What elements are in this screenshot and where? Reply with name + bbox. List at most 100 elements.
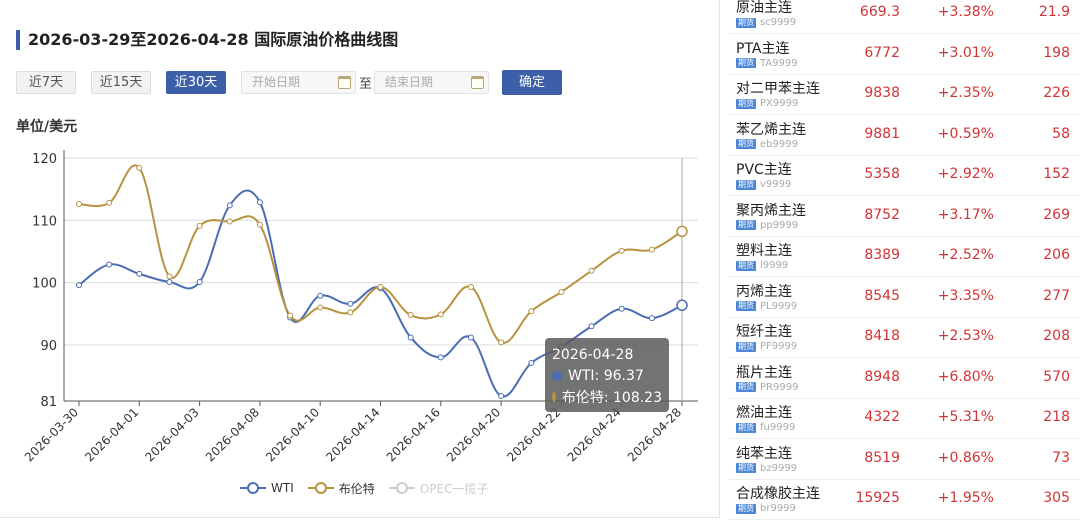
quote-price: 9838 — [864, 85, 900, 101]
quote-code: 期货 br9999 — [736, 503, 796, 514]
quote-code-text: bz9999 — [760, 462, 798, 474]
quote-code-text: sc9999 — [760, 17, 797, 28]
futures-tag-icon: 期货 — [736, 382, 756, 392]
futures-tag-icon: 期货 — [736, 17, 756, 28]
data-point — [528, 308, 535, 315]
quote-row[interactable]: 苯乙烯主连 期货 eb9999 9881 +0.59% 58 — [728, 116, 1080, 156]
data-point — [256, 199, 263, 206]
quote-price: 9881 — [864, 125, 900, 142]
quote-row[interactable]: 聚丙烯主连 期货 pp9999 8752 +3.17% 269 — [728, 197, 1080, 237]
quote-change: +2.92% — [937, 166, 994, 182]
legend-item-wti[interactable]: WTI — [240, 481, 294, 495]
futures-quote-list: 原油主连 期货 sc9999 669.3 +3.38% 21.9 PTA主连 期货 TA9999… — [728, 0, 1080, 522]
data-point — [196, 278, 203, 285]
quote-name: 丙烯主连 — [736, 283, 792, 300]
x-tick-label: 2026-04-10 — [263, 405, 322, 464]
quote-row[interactable]: 燃油主连 期货 fu9999 4322 +5.31% 218 — [728, 399, 1080, 439]
data-point — [467, 334, 474, 341]
data-point — [136, 164, 143, 171]
brent-dot-icon — [552, 391, 556, 402]
data-point — [407, 312, 414, 319]
data-point — [558, 288, 565, 295]
tooltip-row-brent: 布伦特: 108.23 — [552, 386, 662, 407]
data-point — [407, 334, 414, 341]
data-point — [347, 300, 354, 307]
futures-tag-icon: 期货 — [736, 341, 756, 352]
quote-value: 58 — [1052, 125, 1070, 142]
quote-change: +5.31% — [937, 409, 994, 425]
quote-value: 570 — [1043, 368, 1070, 385]
x-tick-label: 2026-04-20 — [444, 405, 503, 464]
data-point — [437, 354, 444, 361]
data-point — [287, 312, 294, 319]
y-tick-label: 100 — [32, 277, 57, 292]
x-tick-label: 2026-04-08 — [203, 405, 262, 464]
quote-code: 期货 PR9999 — [736, 382, 798, 393]
wti-dot-icon — [552, 370, 562, 381]
data-point — [76, 201, 82, 208]
quote-value: 73 — [1052, 449, 1070, 466]
series-line-1 — [78, 164, 683, 344]
quote-change: +2.35% — [937, 85, 994, 101]
data-point — [588, 323, 595, 330]
quote-row[interactable]: 短纤主连 期货 PF9999 8418 +2.53% 208 — [728, 318, 1080, 358]
quote-row[interactable]: 对二甲苯主连 期货 PX9999 9838 +2.35% 226 — [728, 75, 1080, 115]
data-point — [498, 339, 505, 346]
tooltip-date: 2026-04-28 — [552, 346, 634, 363]
data-point — [166, 278, 173, 285]
quote-code-text: v9999 — [760, 179, 792, 190]
quote-row[interactable]: 纯苯主连 期货 bz9999 8519 +0.86% 73 — [728, 440, 1080, 480]
quote-value: 152 — [1043, 166, 1070, 182]
y-tick-label: 110 — [32, 214, 57, 229]
tooltip-brent-value: 布伦特: 108.23 — [561, 389, 662, 406]
price-line-chart[interactable]: 81901001101202026-03-30 2026-04-01 2026-04… — [0, 0, 720, 518]
quote-row[interactable]: 丙烯主连 期货 PL9999 8545 +3.35% 277 — [728, 278, 1080, 318]
quote-price: 8418 — [864, 328, 900, 344]
futures-tag-icon: 期货 — [736, 220, 756, 230]
quote-code: 期货 v9999 — [736, 179, 791, 190]
data-point — [317, 304, 324, 311]
futures-tag-icon: 期货 — [736, 503, 756, 514]
x-tick-label: 2026-04-28 — [625, 405, 684, 464]
quote-row[interactable]: 合成橡胶主连 期货 br9999 15925 +1.95% 305 — [728, 480, 1080, 520]
quote-code: 期货 pp9999 — [736, 220, 798, 231]
data-point — [588, 267, 595, 274]
y-tick-label: 90 — [40, 339, 57, 354]
quote-change: +3.01% — [937, 44, 994, 61]
tooltip-wti-value: WTI: 96.37 — [568, 367, 644, 384]
chart-panel: 2026-03-29至2026-04-28 国际原油价格曲线图 近7天 近15天… — [0, 0, 720, 518]
quote-name: 塑料主连 — [736, 243, 792, 259]
quote-price: 8545 — [864, 287, 900, 304]
legend-item-opec[interactable]: OPEC一揽子 — [388, 480, 488, 497]
futures-tag-icon: 期货 — [736, 260, 756, 271]
quote-value: 21.9 — [1038, 4, 1070, 20]
legend-item-brent[interactable]: 布伦特 — [307, 480, 375, 497]
quote-row[interactable]: 瓶片主连 期货 PR9999 8948 +6.80% 570 — [728, 359, 1080, 399]
data-point — [498, 393, 505, 400]
futures-tag-icon: 期货 — [736, 179, 756, 190]
quote-name: 纯苯主连 — [736, 445, 792, 462]
quote-value: 218 — [1043, 409, 1070, 425]
legend-label-wti: WTI — [271, 481, 294, 495]
quote-row[interactable]: 原油主连 期货 sc9999 669.3 +3.38% 21.9 — [728, 0, 1080, 34]
data-point — [347, 309, 354, 316]
quote-code: 期货 PX9999 — [736, 98, 798, 109]
quote-code: 期货 bz9999 — [736, 463, 797, 474]
quote-change: +3.35% — [937, 287, 994, 304]
data-point — [676, 299, 688, 311]
quote-code-text: PX9999 — [760, 98, 799, 109]
quote-change: +6.80% — [937, 368, 994, 385]
data-point — [106, 261, 113, 268]
quote-change: +3.17% — [937, 206, 994, 223]
quote-name: 合成橡胶主连 — [736, 486, 820, 502]
quote-row[interactable]: PVC主连 期货 v9999 5358 +2.92% 152 — [728, 156, 1080, 196]
page-root: 2026-03-29至2026-04-28 国际原油价格曲线图 近7天 近15天… — [0, 0, 1080, 522]
quote-row[interactable]: PTA主连 期货 TA9999 6772 +3.01% 198 — [728, 35, 1080, 75]
data-point — [136, 270, 143, 277]
quote-code-text: TA9999 — [760, 57, 798, 69]
quote-row[interactable]: 塑料主连 期货 l9999 8389 +2.52% 206 — [728, 237, 1080, 277]
quote-price: 669.3 — [859, 4, 900, 20]
quote-price: 8389 — [864, 247, 900, 263]
quote-change: +0.86% — [937, 449, 994, 466]
quote-name: 燃油主连 — [736, 405, 792, 421]
